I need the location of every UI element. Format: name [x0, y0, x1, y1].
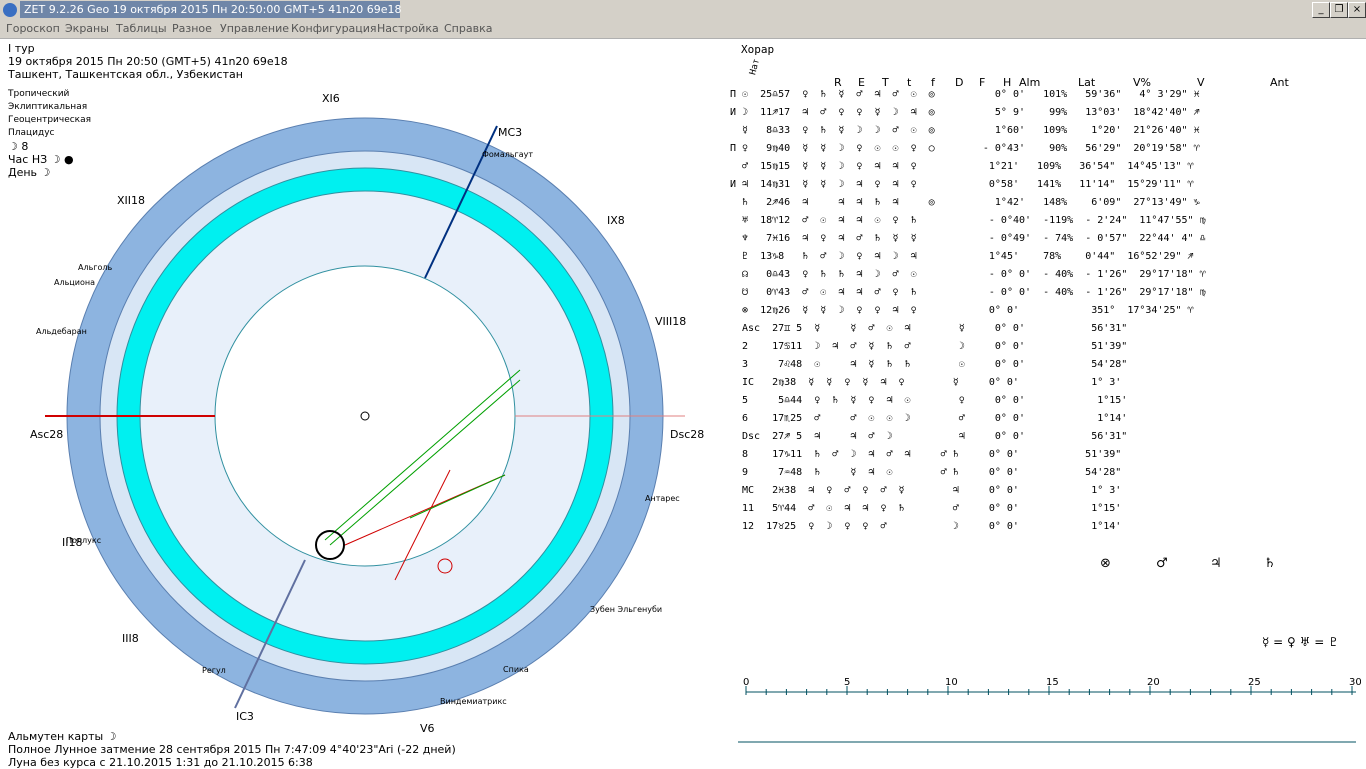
star-zuben: Зубен Эльгенуби — [590, 605, 662, 614]
star-regulus: Регул — [202, 666, 226, 675]
house-label-asc: Asc28 — [30, 428, 63, 441]
menu-screens[interactable]: Экраны — [65, 22, 109, 35]
col-v: V — [1197, 76, 1205, 89]
star-algol: Альголь — [78, 263, 113, 272]
col-v-pct: V% — [1133, 76, 1151, 89]
col-h: H — [1003, 76, 1012, 89]
window-title: ZET 9.2.26 Geo 19 октября 2015 Пн 20:50:… — [24, 3, 402, 16]
horoscope-wheel[interactable]: XI6 MC3 XII18 IX8 VIII18 Asc28 Dsc28 II1… — [0, 80, 720, 760]
planet-row[interactable]: ☊ 0♎43 ♀ ♄ ♄ ♃ ☽ ♂ ☉ - 0° 0' - 40% - 1'2… — [730, 269, 1206, 280]
planet-row[interactable]: ⊗ 12♍26 ☿ ☿ ☽ ♀ ♀ ♃ ♀ 0° 0' 351° 17°34'2… — [730, 305, 1194, 316]
house-label-mc: MC3 — [498, 126, 522, 139]
menu-bar: Гороскоп Экраны Таблицы Разное Управлени… — [0, 20, 1366, 39]
house-row[interactable]: 9 7♒48 ♄ ☿ ♃ ☉ ♂ ♄ 0° 0' 54'28" — [742, 467, 1121, 478]
house-label-v: V6 — [420, 722, 435, 735]
scale-label: 10 — [945, 677, 958, 688]
chart-datetime: 19 октября 2015 Пн 20:50 (GMT+5) 41n20 6… — [8, 55, 288, 68]
star-spica: Спика — [503, 665, 529, 674]
house-row[interactable]: IC 2♍38 ☿ ☿ ♀ ☿ ♃ ♀ ☿ 0° 0' 1° 3' — [742, 377, 1121, 388]
scale-label: 30 — [1349, 677, 1361, 688]
void-moon-info: Луна без курса с 21.10.2015 1:31 до 21.1… — [8, 756, 313, 769]
almuten-fortuna: ⊗ — [1100, 556, 1111, 571]
star-pollux: Поллукс — [66, 536, 101, 545]
planet-row[interactable]: ♂ 15♍15 ☿ ☿ ☽ ♀ ♃ ♃ ♀ 1°21' 109% 36'54" … — [730, 161, 1194, 172]
col-f: f — [931, 76, 935, 89]
house-row[interactable]: 5 5♎44 ♀ ♄ ☿ ♀ ♃ ☉ ♀ 0° 0' 1°15' — [742, 395, 1127, 406]
almuten-saturn: ♄ — [1264, 556, 1276, 571]
house-label-ix: IX8 — [607, 214, 625, 227]
horar-title: Хорар — [741, 43, 775, 56]
menu-config[interactable]: Конфигурация — [291, 22, 377, 35]
round-title: I тур — [8, 42, 35, 55]
title-bar: ZET 9.2.26 Geo 19 октября 2015 Пн 20:50:… — [0, 0, 1366, 21]
menu-misc[interactable]: Разное — [172, 22, 212, 35]
col-e: E — [858, 76, 865, 89]
menu-help[interactable]: Справка — [444, 22, 492, 35]
planet-row[interactable]: П ♀ 9♍40 ☿ ☿ ☽ ♀ ☉ ☉ ♀ ○ - 0°43' 90% 56'… — [730, 143, 1200, 154]
nat-label: Нат — [748, 57, 763, 77]
star-antares: Антарес — [645, 494, 680, 503]
star-vindemiatrix: Виндемиатрикс — [440, 697, 507, 706]
app-icon[interactable] — [3, 3, 17, 17]
maximize-button[interactable]: ❐ — [1330, 2, 1348, 18]
house-row[interactable]: 6 17♏25 ♂ ♂ ☉ ☉ ☽ ♂ 0° 0' 1°14' — [742, 413, 1127, 424]
planet-row[interactable]: ♅ 18♈12 ♂ ☉ ♃ ♃ ☉ ♀ ♄ - 0°40' -119% - 2'… — [730, 215, 1206, 226]
almuten-mars: ♂ — [1156, 556, 1168, 571]
col-alm: Alm — [1019, 76, 1041, 89]
menu-horoscope[interactable]: Гороскоп — [6, 22, 60, 35]
house-label-xii: XII18 — [117, 194, 145, 207]
menu-tables[interactable]: Таблицы — [116, 22, 167, 35]
center-circle — [214, 265, 516, 567]
col-lat: Lat — [1078, 76, 1096, 89]
col-ant: Ant — [1270, 76, 1289, 89]
house-label-iii: III8 — [122, 632, 139, 645]
close-button[interactable]: × — [1348, 2, 1366, 18]
scale-label: 20 — [1147, 677, 1160, 688]
menu-control[interactable]: Управление — [220, 22, 289, 35]
col-t: t — [907, 76, 912, 89]
menu-settings[interactable]: Настройка — [377, 22, 439, 35]
scale-bar: 0 5 10 15 20 25 30 — [738, 677, 1361, 743]
planet-equation: ☿ = ♀ ♅ = ♇ — [1262, 635, 1339, 649]
house-label-dsc: Dsc28 — [670, 428, 704, 441]
house-row[interactable]: 2 17♋11 ☽ ♃ ♂ ☿ ♄ ♂ ☽ 0° 0' 51'39" — [742, 341, 1127, 352]
scale-label: 15 — [1046, 677, 1059, 688]
planet-row[interactable]: ♄ 2♐46 ♃ ♃ ♃ ♄ ♃ ◎ 1°42' 148% 6'09" 27°1… — [730, 197, 1200, 208]
col-f-big: F — [979, 76, 986, 89]
house-row[interactable]: 8 17♑11 ♄ ♂ ☽ ♃ ♂ ♃ ♂ ♄ 0° 0' 51'39" — [742, 449, 1121, 460]
house-label-xi: XI6 — [322, 92, 340, 105]
planet-row[interactable]: П ☉ 25♎57 ♀ ♄ ☿ ♂ ♃ ♂ ☉ ◎ 0° 0' 101% 59'… — [730, 89, 1200, 100]
star-fomalhaut: Фомальгаут — [482, 150, 533, 159]
col-d: D — [955, 76, 964, 89]
eclipse-info: Полное Лунное затмение 28 сентября 2015 … — [8, 743, 456, 756]
planet-row[interactable]: ☋ 0♈43 ♂ ☉ ♃ ♃ ♂ ♀ ♄ - 0° 0' - 40% - 1'2… — [730, 287, 1206, 298]
house-row[interactable]: MC 2♓38 ♃ ♀ ♂ ♀ ♂ ☿ ♃ 0° 0' 1° 3' — [742, 485, 1121, 496]
scale-label: 0 — [743, 677, 749, 688]
chart-almuten: Альмутен карты ☽ — [8, 730, 117, 743]
house-row[interactable]: 11 5♈44 ♂ ☉ ♃ ♃ ♀ ♄ ♂ 0° 0' 1°15' — [742, 503, 1121, 514]
planet-row[interactable]: И ♃ 14♍31 ☿ ☿ ☽ ♃ ♀ ♃ ♀ 0°58' 141% 11'14… — [730, 179, 1194, 190]
planet-row[interactable]: И ☽ 11♐17 ♃ ♂ ♀ ♀ ☿ ☽ ♃ ◎ 5° 9' 99% 13°0… — [730, 107, 1200, 118]
col-t-big: T — [882, 76, 889, 89]
star-alcyone: Альциона — [54, 278, 95, 287]
planet-row[interactable]: ♆ 7♓16 ♃ ♀ ♃ ♂ ♄ ☿ ☿ - 0°49' - 74% - 0'5… — [730, 233, 1206, 244]
house-row[interactable]: Asc 27♊ 5 ☿ ☿ ♂ ☉ ♃ ☿ 0° 0' 56'31" — [742, 323, 1127, 334]
house-row[interactable]: 3 7♌48 ☉ ♃ ☿ ♄ ♄ ☉ 0° 0' 54'28" — [742, 359, 1127, 370]
scale-label: 25 — [1248, 677, 1261, 688]
planet-row[interactable]: ♇ 13♑8 ♄ ♂ ☽ ♀ ♃ ☽ ♃ 1°45' 78% 0'44" 16°… — [730, 251, 1194, 262]
house-row[interactable]: 12 17♉25 ♀ ☽ ♀ ♀ ♂ ☽ 0° 0' 1°14' — [742, 521, 1121, 532]
house-label-viii: VIII18 — [655, 315, 686, 328]
star-aldebaran: Альдебаран — [36, 327, 87, 336]
house-label-ic: IC3 — [236, 710, 254, 723]
minimize-button[interactable]: _ — [1312, 2, 1330, 18]
house-row[interactable]: Dsc 27♐ 5 ♃ ♃ ♂ ☽ ♃ 0° 0' 56'31" — [742, 431, 1127, 442]
col-r: R — [834, 76, 842, 89]
scale-label: 5 — [844, 677, 850, 688]
almuten-jupiter: ♃ — [1210, 556, 1222, 571]
planet-row[interactable]: ☿ 8♎33 ♀ ♄ ☿ ☽ ☽ ♂ ☉ ◎ 1°60' 109% 1°20' … — [730, 125, 1200, 136]
